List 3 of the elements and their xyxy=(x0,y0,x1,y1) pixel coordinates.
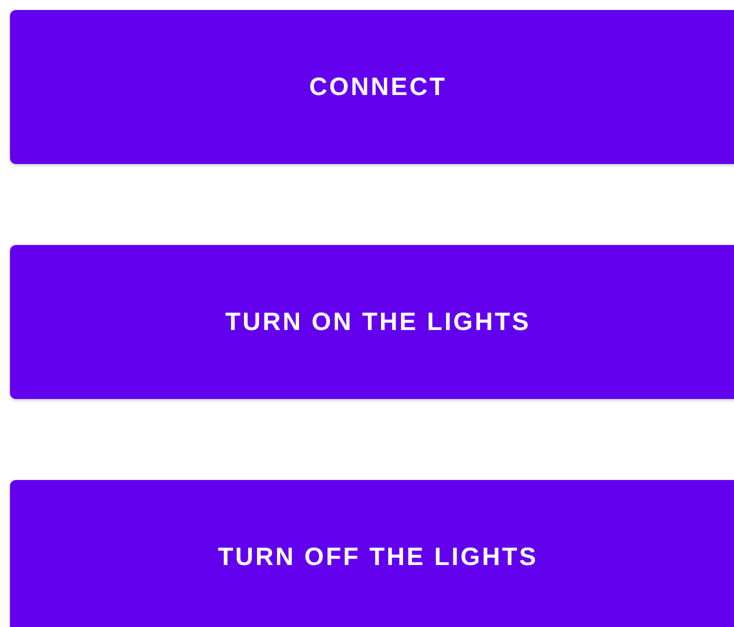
action-button[interactable]: TURN ON THE LIGHTS xyxy=(10,245,734,399)
action-button[interactable]: TURN OFF THE LIGHTS xyxy=(10,480,734,627)
action-button[interactable]: CONNECT xyxy=(10,10,734,164)
